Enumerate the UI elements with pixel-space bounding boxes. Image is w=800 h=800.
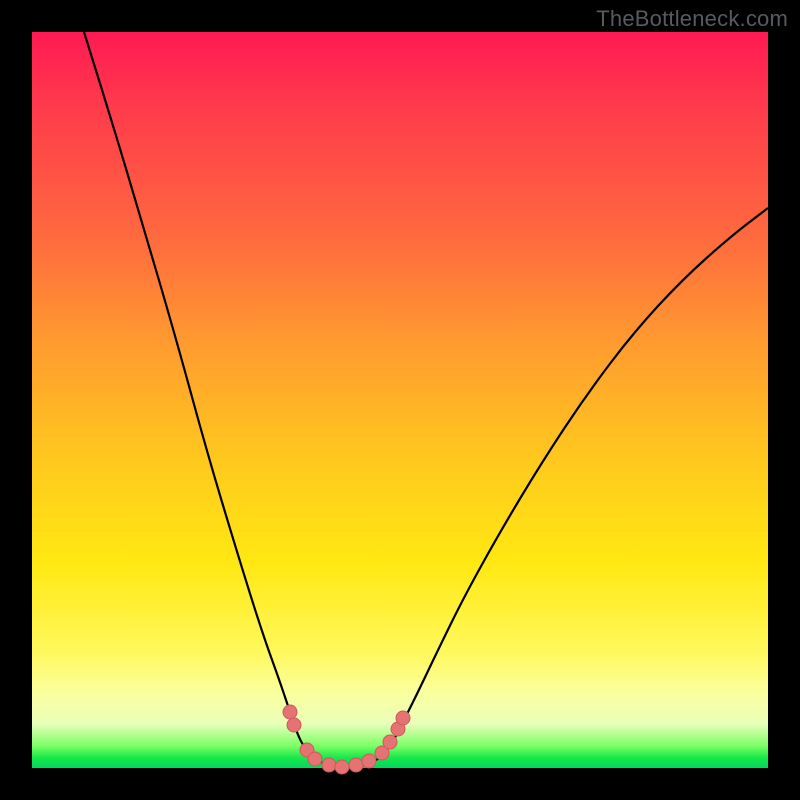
valley-marker [383, 735, 397, 749]
valley-marker [322, 758, 336, 772]
curve-svg [32, 32, 768, 768]
bottleneck-curve-left [84, 32, 340, 767]
plot-area [32, 32, 768, 768]
bottleneck-curve-right [340, 208, 768, 767]
valley-marker [349, 758, 363, 772]
chart-frame: TheBottleneck.com [0, 0, 800, 800]
valley-marker [287, 718, 301, 732]
valley-marker [308, 752, 322, 766]
valley-marker [335, 760, 349, 774]
valley-marker [396, 711, 410, 725]
valley-marker [283, 705, 297, 719]
watermark-text: TheBottleneck.com [596, 6, 788, 32]
valley-marker [362, 754, 376, 768]
valley-markers [283, 705, 410, 774]
